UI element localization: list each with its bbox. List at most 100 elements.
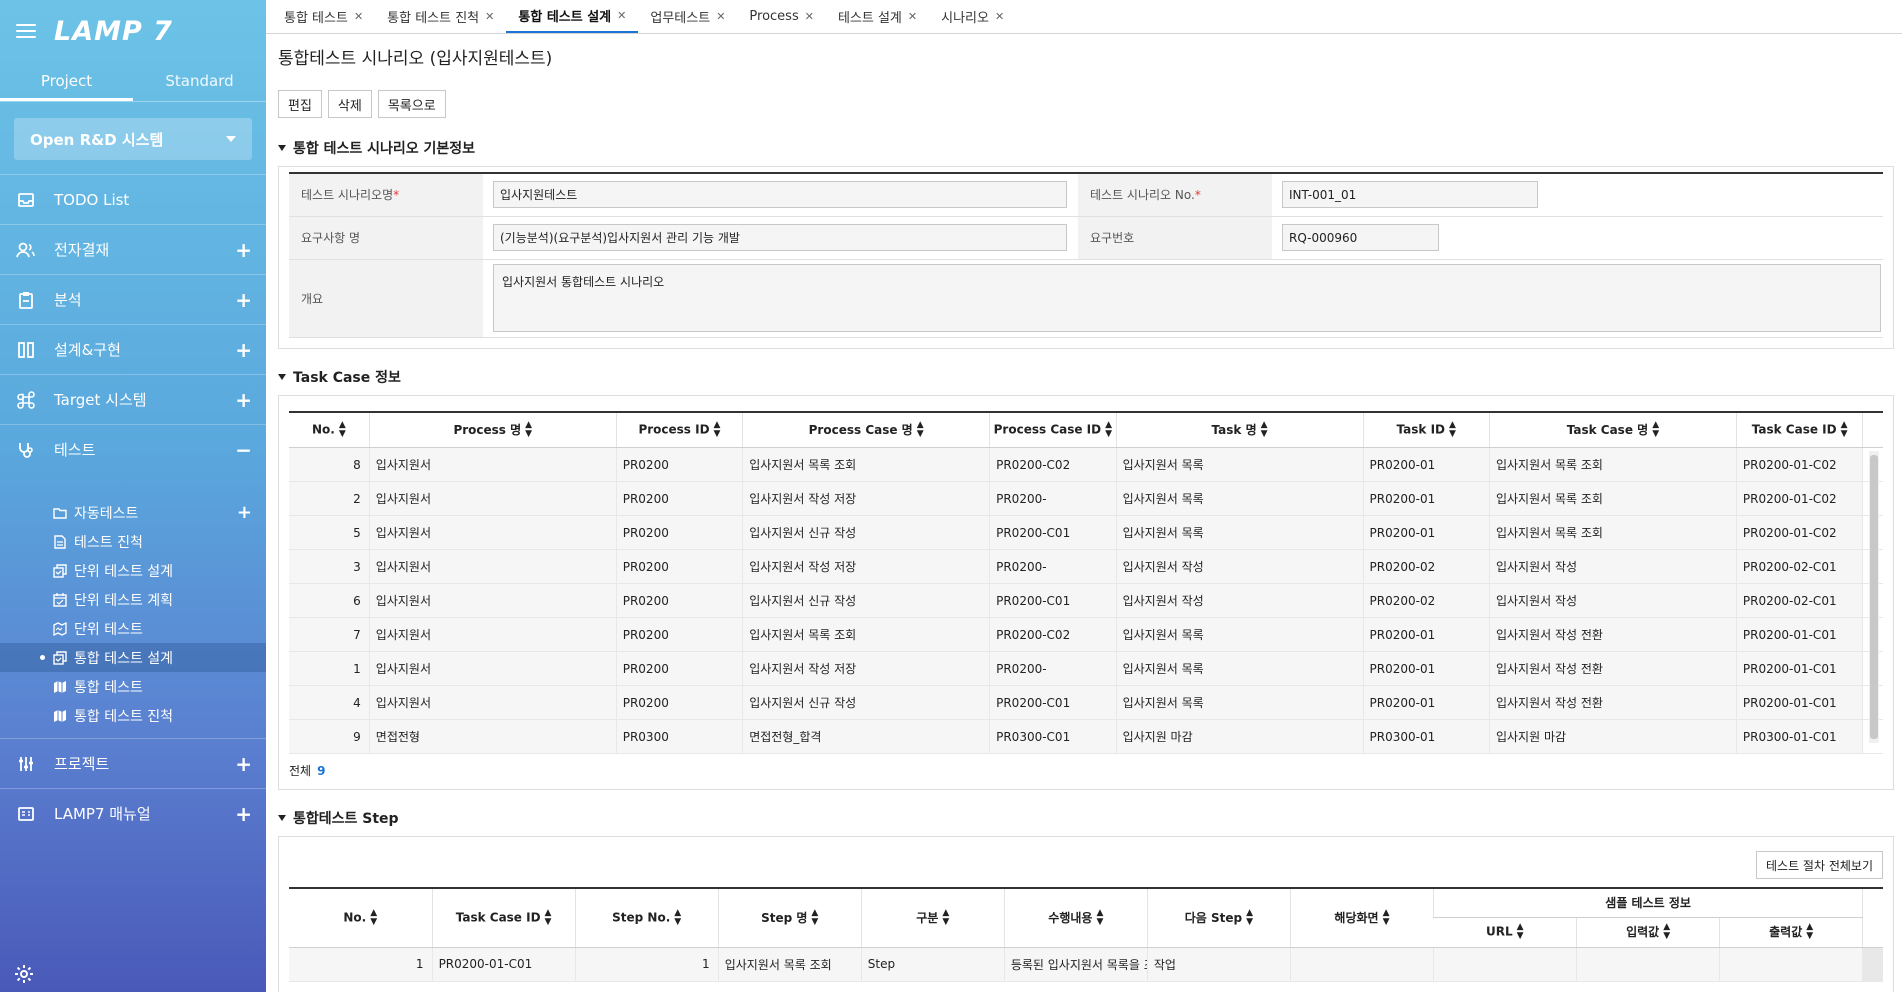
- menu-item-t0[interactable]: TODO List: [0, 174, 266, 224]
- table-cell: [1719, 947, 1863, 982]
- tab-1[interactable]: 통합 테스트 진척 ✕: [375, 0, 506, 33]
- collapse-triangle-icon: [278, 815, 286, 821]
- basic-info-section-title[interactable]: 통합 테스트 시나리오 기본정보: [278, 138, 1894, 158]
- close-icon[interactable]: ✕: [805, 10, 814, 23]
- view-all-steps-button[interactable]: 테스트 절차 전체보기: [1756, 851, 1883, 879]
- gear-icon[interactable]: [14, 964, 34, 984]
- column-header[interactable]: 출력값 ▲ ▼: [1719, 916, 1863, 948]
- column-header[interactable]: URL ▲ ▼: [1433, 916, 1577, 948]
- close-icon[interactable]: ✕: [716, 10, 725, 23]
- requirement-field[interactable]: (기능분석)(요구분석)입사지원서 관리 기능 개발: [493, 224, 1067, 251]
- table-cell: PR0200-01: [1362, 447, 1490, 482]
- column-header[interactable]: Task Case ID ▲ ▼: [431, 887, 576, 948]
- table-row[interactable]: 8 입사지원서 PR0200 입사지원서 목록 조회 PR0200-C02 입사지원서 목…: [289, 447, 1883, 482]
- column-header[interactable]: Process 명 ▲ ▼: [368, 410, 617, 448]
- hamburger-menu-icon[interactable]: [16, 24, 36, 38]
- scenario-no-field[interactable]: INT-001_01: [1282, 181, 1538, 209]
- menu-item-t3[interactable]: 설계&구현 +: [0, 324, 266, 374]
- expand-plus-icon[interactable]: +: [235, 754, 252, 774]
- tab-3[interactable]: 업무테스트 ✕: [638, 0, 737, 33]
- close-icon[interactable]: ✕: [908, 10, 917, 23]
- menu-item-t1[interactable]: 전자결재 +: [0, 224, 266, 274]
- task-table-scrollbar[interactable]: [1869, 450, 1879, 743]
- close-icon[interactable]: ✕: [354, 10, 363, 23]
- menu-item-t2[interactable]: 분석 +: [0, 274, 266, 324]
- tab-4[interactable]: Process ✕: [737, 0, 826, 33]
- scenario-name-field[interactable]: 입사지원테스트: [493, 181, 1067, 209]
- column-header[interactable]: Process Case 명 ▲ ▼: [742, 410, 990, 448]
- steps-section-title[interactable]: 통합테스트 Step: [278, 808, 1894, 828]
- table-row[interactable]: 1 입사지원서 PR0200 입사지원서 작성 저장 PR0200- 입사지원서 목록 PR…: [289, 651, 1883, 686]
- submenu-item-4[interactable]: 단위 테스트: [0, 614, 266, 643]
- table-cell: [1432, 947, 1577, 982]
- column-header[interactable]: 다음 Step ▲ ▼: [1146, 887, 1291, 948]
- submenu-item-2[interactable]: 단위 테스트 설계: [0, 556, 266, 585]
- expand-plus-icon[interactable]: +: [235, 290, 252, 310]
- clipboard-icon: [16, 290, 36, 310]
- table-cell: 입사지원서 작성 전환: [1488, 651, 1737, 686]
- menu-item-label: 설계&구현: [54, 341, 121, 359]
- submenu-item-7[interactable]: 통합 테스트 진척: [0, 701, 266, 730]
- column-header[interactable]: 수행내용 ▲ ▼: [1003, 887, 1148, 948]
- expand-plus-icon[interactable]: +: [235, 390, 252, 410]
- table-cell: PR0200-01-C01: [1735, 651, 1863, 686]
- submenu-item-5[interactable]: 통합 테스트 설계: [0, 643, 266, 672]
- menu-item-t5[interactable]: 테스트 −: [0, 424, 266, 474]
- table-row[interactable]: 9 면접전형 PR0300 면접전형_합격 PR0300-C01 입사지원 마감 PR030…: [289, 719, 1883, 754]
- tab-6[interactable]: 시나리오 ✕: [929, 0, 1016, 33]
- edit-button[interactable]: 편집: [278, 90, 322, 118]
- expand-plus-icon[interactable]: +: [237, 502, 252, 523]
- column-header[interactable]: No. ▲ ▼: [289, 410, 370, 448]
- table-row[interactable]: 1 PR0200-01-C01 1 입사지원서 목록 조회 Step 등록된 입사지원서 …: [289, 947, 1883, 982]
- collapse-minus-icon[interactable]: −: [235, 440, 252, 460]
- expand-plus-icon[interactable]: +: [235, 340, 252, 360]
- column-header[interactable]: Task Case 명 ▲ ▼: [1488, 410, 1737, 448]
- column-header[interactable]: 입력값 ▲ ▼: [1576, 916, 1720, 948]
- tab-5[interactable]: 테스트 설계 ✕: [826, 0, 929, 33]
- close-icon[interactable]: ✕: [617, 9, 626, 22]
- column-header[interactable]: Task Case ID ▲ ▼: [1735, 410, 1863, 448]
- submenu-item-6[interactable]: 통합 테스트: [0, 672, 266, 701]
- sidebar-tab-project[interactable]: Project: [0, 62, 133, 101]
- submenu-item-label: 자동테스트: [74, 505, 139, 522]
- req-no-field[interactable]: RQ-000960: [1282, 224, 1439, 251]
- table-row[interactable]: 7 입사지원서 PR0200 입사지원서 목록 조회 PR0200-C02 입사지원서 목…: [289, 617, 1883, 652]
- table-row[interactable]: 3 입사지원서 PR0200 입사지원서 작성 저장 PR0200- 입사지원서 작성 PR…: [289, 549, 1883, 584]
- menu-item-b1[interactable]: LAMP7 매뉴얼 +: [0, 788, 266, 838]
- table-cell: 입사지원서 목록 조회: [1488, 447, 1737, 482]
- sidebar-tab-standard[interactable]: Standard: [133, 62, 266, 101]
- column-header[interactable]: Process Case ID ▲ ▼: [989, 410, 1117, 448]
- task-case-section-title[interactable]: Task Case 정보: [278, 367, 1894, 387]
- submenu-item-0[interactable]: 자동테스트 +: [0, 498, 266, 527]
- table-cell: PR0300-C01: [989, 719, 1117, 754]
- summary-field[interactable]: 입사지원서 통합테스트 시나리오: [493, 264, 1881, 332]
- tab-0[interactable]: 통합 테스트 ✕: [272, 0, 375, 33]
- close-icon[interactable]: ✕: [485, 10, 494, 23]
- column-header[interactable]: Step 명 ▲ ▼: [717, 887, 862, 948]
- column-header[interactable]: 해당화면 ▲ ▼: [1289, 887, 1434, 948]
- column-header[interactable]: Step No. ▲ ▼: [574, 887, 719, 948]
- menu-item-b0[interactable]: 프로젝트 +: [0, 738, 266, 788]
- column-header[interactable]: Task ID ▲ ▼: [1362, 410, 1490, 448]
- system-select[interactable]: Open R&D 시스템: [14, 118, 252, 160]
- close-icon[interactable]: ✕: [995, 10, 1004, 23]
- tab-2[interactable]: 통합 테스트 설계 ✕: [506, 0, 639, 33]
- table-cell: PR0200-01-C02: [1735, 447, 1863, 482]
- column-header[interactable]: Task 명 ▲ ▼: [1115, 410, 1363, 448]
- table-row[interactable]: 2 입사지원서 PR0200 입사지원서 작성 저장 PR0200- 입사지원서 목록 PR…: [289, 481, 1883, 516]
- column-header[interactable]: 구분 ▲ ▼: [860, 887, 1005, 948]
- delete-button[interactable]: 삭제: [327, 90, 372, 118]
- column-header[interactable]: No. ▲ ▼: [289, 887, 433, 948]
- expand-plus-icon[interactable]: +: [235, 240, 252, 260]
- table-row[interactable]: 6 입사지원서 PR0200 입사지원서 신규 작성 PR0200-C01 입사지원서 작…: [289, 583, 1883, 618]
- menu-item-t4[interactable]: Target 시스템 +: [0, 374, 266, 424]
- table-row[interactable]: 5 입사지원서 PR0200 입사지원서 신규 작성 PR0200-C01 입사지원서 목…: [289, 515, 1883, 550]
- submenu-item-1[interactable]: 테스트 진척: [0, 527, 266, 556]
- expand-plus-icon[interactable]: +: [235, 804, 252, 824]
- back-to-list-button[interactable]: 목록으로: [377, 90, 446, 118]
- table-row[interactable]: 4 입사지원서 PR0200 입사지원서 신규 작성 PR0200-C01 입사지원서 목…: [289, 685, 1883, 720]
- table-cell: PR0200-01: [1362, 651, 1490, 686]
- submenu-item-3[interactable]: 단위 테스트 계획: [0, 585, 266, 614]
- column-header[interactable]: Process ID ▲ ▼: [615, 410, 743, 448]
- steps-table: No. ▲ ▼ Task Case ID ▲ ▼ Step No. ▲ ▼ Step 명 ▲ ▼ 구분 ▲…: [289, 887, 1883, 982]
